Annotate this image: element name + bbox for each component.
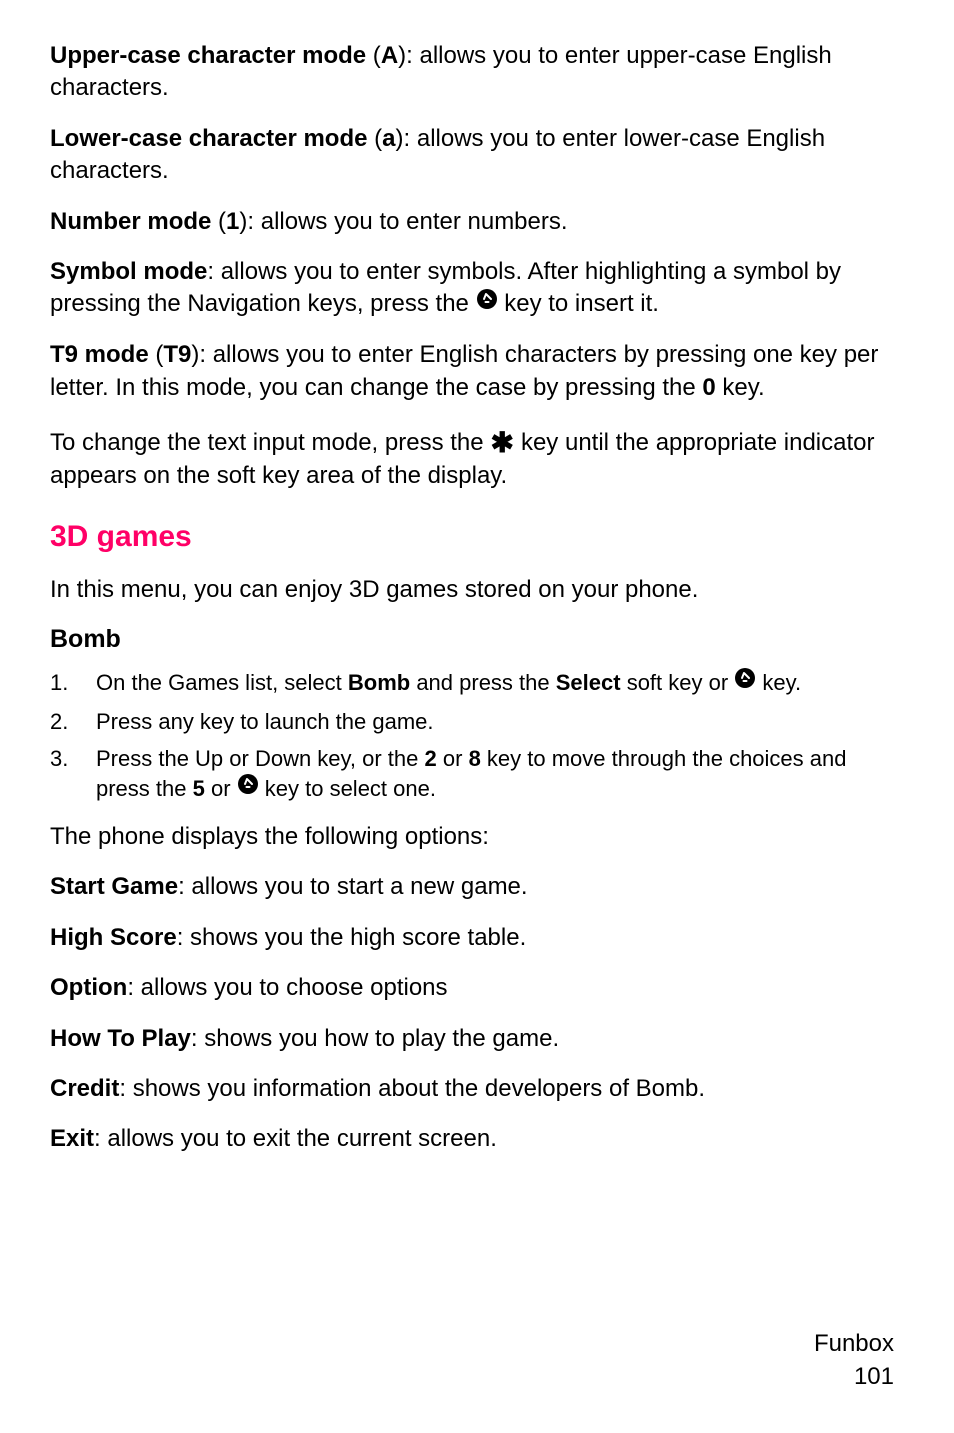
mode-number-label: Number mode bbox=[50, 208, 211, 235]
bomb-steps: 1. On the Games list, select Bomb and pr… bbox=[50, 668, 904, 805]
mode-t9-code: T9 bbox=[163, 341, 191, 368]
step-number: 3. bbox=[50, 744, 96, 774]
option-how-label: How To Play bbox=[50, 1025, 191, 1052]
option-high-desc: shows you the high score table. bbox=[190, 924, 526, 951]
footer-page: 101 bbox=[814, 1361, 894, 1393]
key-5: 5 bbox=[193, 776, 205, 801]
mode-upper: Upper-case character mode (A): allows yo… bbox=[50, 40, 904, 105]
star-key-icon: ✱ bbox=[490, 424, 514, 462]
ok-key-icon bbox=[237, 773, 259, 803]
mode-t9-desc-b: key. bbox=[716, 374, 765, 401]
bomb-step-3: 3. Press the Up or Down key, or the 2 or… bbox=[50, 744, 904, 805]
page-footer: Funbox 101 bbox=[814, 1328, 894, 1393]
mode-t9-label: T9 mode bbox=[50, 341, 149, 368]
option-credit-label: Credit bbox=[50, 1075, 119, 1102]
mode-number-code: 1 bbox=[226, 208, 239, 235]
intro-3d: In this menu, you can enjoy 3D games sto… bbox=[50, 574, 904, 606]
text: ( bbox=[367, 125, 382, 152]
step-number: 2. bbox=[50, 707, 96, 737]
text: ): bbox=[239, 208, 260, 235]
option-option: Option: allows you to choose options bbox=[50, 972, 904, 1004]
step-body: On the Games list, select Bomb and press… bbox=[96, 668, 904, 699]
heading-bomb: Bomb bbox=[50, 625, 904, 654]
option-credit-desc: shows you information about the develope… bbox=[133, 1075, 705, 1102]
option-how: How To Play: shows you how to play the g… bbox=[50, 1023, 904, 1055]
key-2: 2 bbox=[425, 746, 437, 771]
option-credit: Credit: shows you information about the … bbox=[50, 1073, 904, 1105]
heading-3d-games: 3D games bbox=[50, 520, 904, 554]
ok-key-icon bbox=[476, 287, 498, 319]
text: : bbox=[94, 1125, 107, 1152]
footer-section: Funbox bbox=[814, 1328, 894, 1360]
bomb-step-1: 1. On the Games list, select Bomb and pr… bbox=[50, 668, 904, 699]
text: : bbox=[177, 924, 190, 951]
mode-lower-code: a bbox=[382, 125, 395, 152]
text: : bbox=[127, 974, 140, 1001]
text: ): bbox=[191, 341, 212, 368]
step-body: Press the Up or Down key, or the 2 or 8 … bbox=[96, 744, 904, 805]
text: or bbox=[437, 746, 469, 771]
text: ): bbox=[398, 42, 419, 69]
option-exit-desc: allows you to exit the current screen. bbox=[107, 1125, 497, 1152]
change-mode-a: To change the text input mode, press the bbox=[50, 429, 490, 456]
option-option-desc: allows you to choose options bbox=[141, 974, 448, 1001]
mode-lower-label: Lower-case character mode bbox=[50, 125, 367, 152]
option-how-desc: shows you how to play the game. bbox=[204, 1025, 559, 1052]
mode-symbol-desc-b: key to insert it. bbox=[498, 290, 659, 317]
text: soft key or bbox=[621, 670, 735, 695]
text: ( bbox=[211, 208, 226, 235]
mode-t9-zero: 0 bbox=[702, 374, 715, 401]
select-bold: Select bbox=[556, 670, 621, 695]
bomb-step-2: 2. Press any key to launch the game. bbox=[50, 707, 904, 737]
text: Press the Up or Down key, or the bbox=[96, 746, 425, 771]
option-exit-label: Exit bbox=[50, 1125, 94, 1152]
bomb-bold: Bomb bbox=[348, 670, 410, 695]
step-body: Press any key to launch the game. bbox=[96, 707, 904, 737]
text: : bbox=[178, 873, 191, 900]
option-start: Start Game: allows you to start a new ga… bbox=[50, 871, 904, 903]
option-start-label: Start Game bbox=[50, 873, 178, 900]
option-option-label: Option bbox=[50, 974, 127, 1001]
mode-number: Number mode (1): allows you to enter num… bbox=[50, 206, 904, 238]
ok-key-icon bbox=[734, 667, 756, 697]
text: On the Games list, select bbox=[96, 670, 348, 695]
options-intro: The phone displays the following options… bbox=[50, 821, 904, 853]
text: key. bbox=[756, 670, 801, 695]
text: and press the bbox=[410, 670, 556, 695]
mode-number-desc: allows you to enter numbers. bbox=[261, 208, 568, 235]
text: : bbox=[207, 258, 220, 285]
mode-upper-label: Upper-case character mode bbox=[50, 42, 366, 69]
text: : bbox=[191, 1025, 204, 1052]
key-8: 8 bbox=[469, 746, 481, 771]
text: ( bbox=[149, 341, 164, 368]
text: key to select one. bbox=[259, 776, 436, 801]
step-number: 1. bbox=[50, 668, 96, 698]
mode-symbol-label: Symbol mode bbox=[50, 258, 207, 285]
option-high-label: High Score bbox=[50, 924, 177, 951]
mode-upper-code: A bbox=[381, 42, 398, 69]
mode-t9: T9 mode (T9): allows you to enter Englis… bbox=[50, 339, 904, 404]
text: ( bbox=[366, 42, 381, 69]
option-high: High Score: shows you the high score tab… bbox=[50, 922, 904, 954]
mode-symbol: Symbol mode: allows you to enter symbols… bbox=[50, 256, 904, 321]
text: : bbox=[119, 1075, 132, 1102]
option-exit: Exit: allows you to exit the current scr… bbox=[50, 1123, 904, 1155]
text: ): bbox=[396, 125, 417, 152]
page: Upper-case character mode (A): allows yo… bbox=[0, 0, 954, 1433]
mode-lower: Lower-case character mode (a): allows yo… bbox=[50, 123, 904, 188]
option-start-desc: allows you to start a new game. bbox=[191, 873, 527, 900]
text: or bbox=[205, 776, 237, 801]
change-mode: To change the text input mode, press the… bbox=[50, 422, 904, 492]
